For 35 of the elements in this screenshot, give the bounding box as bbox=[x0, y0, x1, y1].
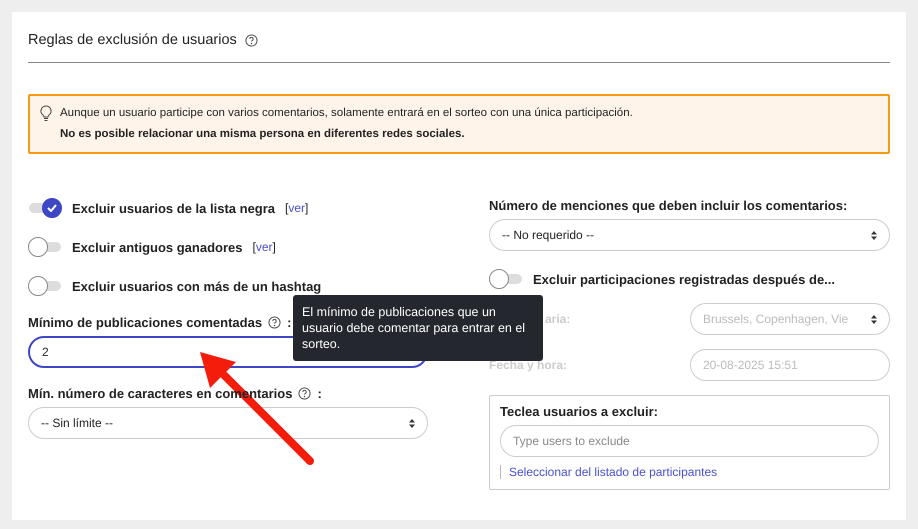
help-icon[interactable] bbox=[268, 316, 282, 329]
caret-icon bbox=[871, 230, 877, 240]
help-icon[interactable] bbox=[244, 34, 258, 46]
bracket: ] bbox=[305, 201, 308, 215]
bracket: [ bbox=[285, 201, 288, 215]
bracket: ] bbox=[272, 240, 276, 254]
section-title: Reglas de exclusión de usuarios bbox=[28, 32, 237, 48]
select-participants-link[interactable]: Seleccionar del listado de participantes bbox=[500, 465, 718, 479]
mentions-select[interactable]: -- No requerido -- bbox=[489, 219, 890, 251]
ver-link[interactable]: ver bbox=[288, 201, 306, 215]
toggle-switch[interactable] bbox=[489, 269, 523, 289]
tooltip: El mínimo de publicaciones que un usuario debe comentar para entrar en el sorteo. bbox=[293, 295, 543, 361]
colon: : bbox=[317, 386, 322, 401]
ver-link[interactable]: ver bbox=[256, 240, 273, 254]
field-label: Mínimo de publicaciones comentadas bbox=[28, 315, 262, 330]
toggle-label: Excluir antiguos ganadores bbox=[72, 240, 242, 254]
lightbulb-icon bbox=[40, 105, 52, 123]
toggle-switch[interactable] bbox=[28, 237, 62, 257]
alert-bold-text: No es posible relacionar una misma persona en diferentes redes sociales. bbox=[60, 127, 466, 142]
toggle-switch[interactable] bbox=[28, 276, 62, 296]
toggle-label: Excluir participaciones registradas después de... bbox=[533, 272, 836, 286]
exclude-users-input[interactable]: Type users to exclude bbox=[500, 425, 879, 457]
check-icon bbox=[47, 204, 57, 212]
help-icon[interactable] bbox=[298, 387, 312, 400]
field-label: Teclea usuarios a excluir: bbox=[500, 404, 659, 419]
toggle-label: Excluir usuarios de la lista negra bbox=[72, 200, 276, 216]
field-label: Número de menciones que deben incluir los comentarios: bbox=[489, 198, 848, 213]
toggle-switch[interactable] bbox=[28, 198, 62, 218]
bracket: [ bbox=[252, 240, 256, 254]
caret-icon bbox=[871, 314, 877, 324]
toggle-label: Excluir usuarios con más de un hashtag bbox=[72, 278, 322, 294]
alert-text: Aunque un usuario participe con varios comentarios, solamente entrará en el sorteo con una única participación. bbox=[60, 106, 633, 121]
min-chars-select[interactable]: -- Sin límite -- bbox=[28, 407, 428, 439]
caret-icon bbox=[409, 418, 415, 428]
colon: : bbox=[287, 315, 292, 330]
